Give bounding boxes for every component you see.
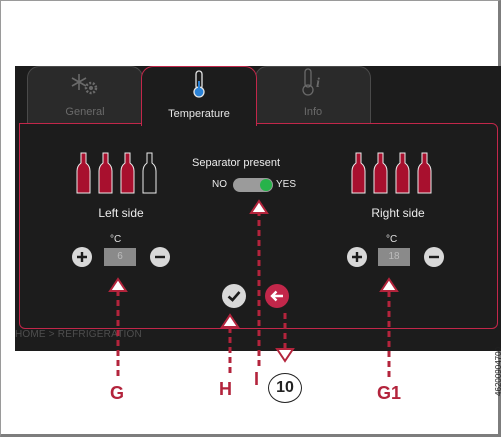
document-id: 46200904700	[494, 347, 501, 396]
figure-frame: General Temperature i Info Left side Rig…	[0, 0, 501, 437]
callout-g: G	[110, 383, 125, 403]
callout-10: 10	[268, 373, 302, 403]
callout-i: I	[254, 369, 260, 389]
thermometer-icon	[189, 69, 209, 104]
callout-g1: G1	[377, 383, 402, 403]
tab-temperature-label: Temperature	[168, 108, 230, 120]
tab-temperature[interactable]: Temperature	[141, 66, 257, 126]
callout-leaders	[108, 199, 399, 377]
callout-h: H	[219, 379, 232, 399]
